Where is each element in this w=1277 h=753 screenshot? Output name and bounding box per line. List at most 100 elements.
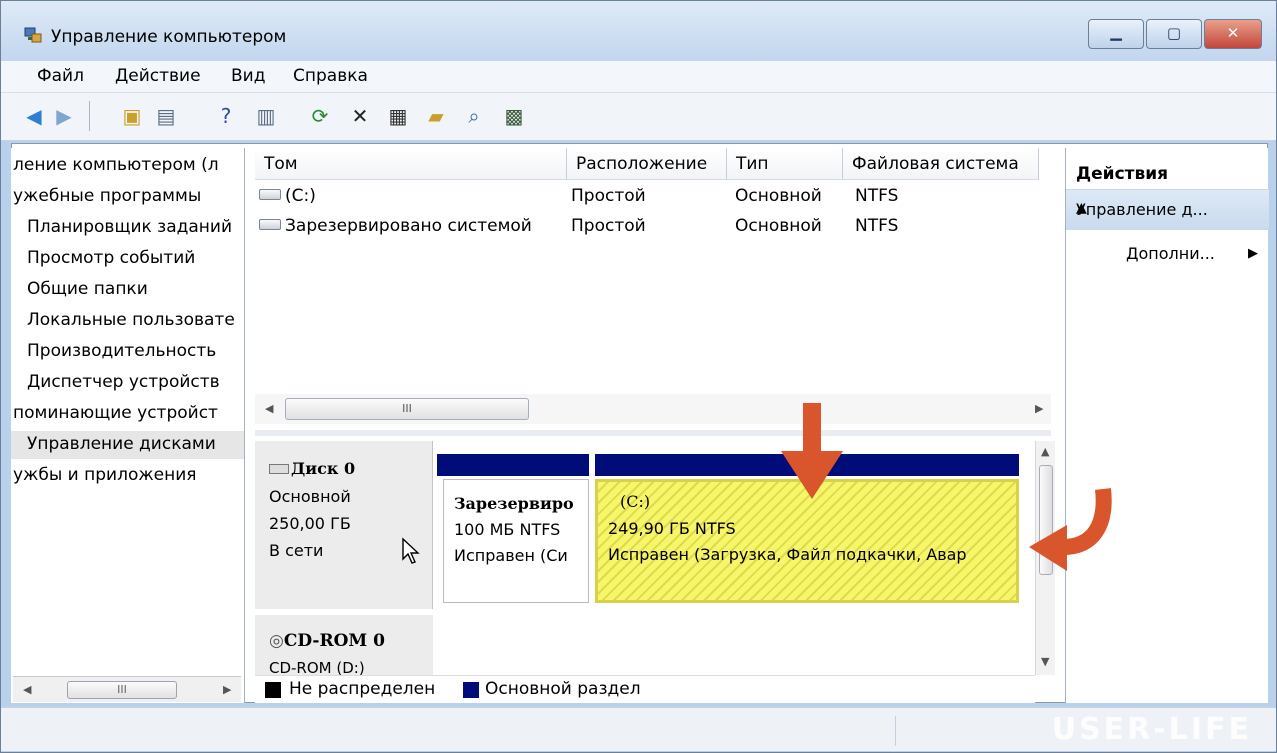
partition-status: Исправен (Загрузка, Файл подкачки, Авар (608, 545, 967, 564)
actions-more[interactable]: Дополни... (1126, 244, 1215, 263)
collapse-up-icon[interactable]: ▲ (1076, 200, 1255, 216)
tree-item-performance[interactable]: Производительность (11, 338, 244, 366)
tree-item-task-scheduler[interactable]: Планировщик заданий (11, 214, 244, 242)
cdrom-name: ◎CD-ROM 0 (269, 631, 385, 651)
column-header-layout[interactable]: Расположение (567, 148, 727, 180)
title-bar[interactable]: Управление компьютером ▁ ▢ ✕ (1, 1, 1276, 61)
type-cell: Основной (735, 186, 822, 206)
partition-size: 249,90 ГБ NTFS (608, 519, 736, 538)
tree-item-label: Производительность (27, 341, 217, 361)
file-system-cell: NTFS (855, 216, 899, 236)
cdrom-info[interactable]: ◎CD-ROM 0 CD-ROM (D:) (255, 615, 433, 675)
partition-name: (C:) (620, 492, 651, 511)
scroll-left-icon[interactable]: ◀ (23, 683, 31, 696)
status-bar: USER-LIFE (1, 707, 1276, 751)
column-header-label: Расположение (576, 154, 708, 174)
menu-view[interactable]: Вид (231, 66, 265, 86)
show-hide-action-pane-icon[interactable]: ▥ (253, 103, 279, 129)
scroll-thumb-grip: III (117, 683, 127, 696)
menu-action[interactable]: Действие (115, 66, 201, 86)
open-folder-icon[interactable]: ▰ (423, 103, 449, 129)
partition-reserved[interactable]: Зарезервиро 100 МБ NTFS Исправен (Си (443, 479, 589, 603)
tree-item-services-and-applications[interactable]: ужбы и приложения (11, 462, 244, 490)
legend-label-primary: Основной раздел (485, 679, 641, 699)
scroll-down-icon[interactable]: ▼ (1041, 655, 1049, 668)
tree-item-disk-management[interactable]: Управление дисками (11, 431, 244, 459)
volume-horizontal-scrollbar[interactable]: ◀ III ▶ (255, 394, 1051, 424)
disk0-type: Основной (269, 487, 351, 506)
disk0-name: Диск 0 (269, 459, 355, 478)
delete-icon[interactable]: ✕ (347, 103, 373, 129)
volume-scroll-thumb[interactable]: III (285, 398, 529, 420)
tree-item-label: Планировщик заданий (27, 217, 233, 237)
partition-header-reserved (437, 454, 589, 476)
tree-horizontal-scrollbar[interactable]: ◀ III ▶ (13, 676, 241, 702)
submenu-arrow-icon[interactable]: ▶ (1248, 246, 1258, 261)
volume-list: Том Расположение Тип Файловая система (C… (255, 148, 1051, 430)
column-header-file-system[interactable]: Файловая система (843, 148, 1039, 180)
forward-icon[interactable]: ▶ (51, 103, 77, 129)
scroll-up-icon[interactable]: ▲ (1041, 445, 1049, 458)
partition-status: Исправен (Си (454, 546, 568, 565)
close-button[interactable]: ✕ (1204, 19, 1262, 49)
table-row[interactable]: Зарезервировано системой Простой Основно… (255, 216, 1051, 242)
scroll-right-icon[interactable]: ▶ (1035, 402, 1043, 415)
column-header-volume[interactable]: Том (255, 148, 567, 180)
tree-item-label: Общие папки (27, 279, 148, 299)
tree-item-computer-management[interactable]: ление компьютером (л (11, 152, 244, 180)
table-row[interactable]: (C:) Простой Основной NTFS (255, 186, 1051, 212)
tree-item-label: Локальные пользовате (27, 310, 235, 330)
back-icon[interactable]: ◀ (21, 103, 47, 129)
tree-item-shared-folders[interactable]: Общие папки (11, 276, 244, 304)
volume-name: (C:) (285, 186, 316, 206)
toolbar: ◀ ▶ ▣ ▤ ? ▥ ⟳ ✕ ▦ ▰ ⌕ ▩ (1, 93, 1276, 141)
tree-item-label: Управление дисками (27, 434, 216, 454)
search-icon[interactable]: ⌕ (461, 103, 487, 129)
scroll-right-icon[interactable]: ▶ (223, 683, 231, 696)
window-controls: ▁ ▢ ✕ (1086, 19, 1262, 49)
column-header-type[interactable]: Тип (727, 148, 843, 180)
minimize-button[interactable]: ▁ (1088, 19, 1144, 49)
layout-cell: Простой (571, 186, 646, 206)
disk0-size: 250,00 ГБ (269, 514, 351, 533)
tree-item-storage[interactable]: поминающие устройст (11, 400, 244, 428)
cdrom-name-text: CD-ROM 0 (283, 631, 385, 651)
annotation-arrow-curved-icon (1029, 488, 1112, 571)
window: Управление компьютером ▁ ▢ ✕ Файл Действ… (0, 0, 1277, 753)
legend-label-unallocated: Не распределен (289, 679, 436, 699)
properties-icon[interactable]: ▦ (385, 103, 411, 129)
scroll-left-icon[interactable]: ◀ (265, 402, 273, 415)
menu-help[interactable]: Справка (293, 66, 368, 86)
legend: Не распределен Основной раздел (255, 675, 1035, 703)
show-hide-tree-icon[interactable]: ▤ (153, 103, 179, 129)
cdrom-icon: ◎ (269, 631, 284, 651)
computer-management-icon (24, 27, 42, 43)
tree-item-local-users[interactable]: Локальные пользовате (11, 307, 244, 335)
menu-file[interactable]: Файл (37, 66, 84, 86)
disk-settings-icon[interactable]: ▩ (501, 103, 527, 129)
volume-cell: Зарезервировано системой (259, 216, 532, 236)
tree-scroll-thumb[interactable]: III (67, 681, 177, 699)
toolbar-separator (89, 101, 90, 131)
annotation-arrow-down-icon (781, 403, 843, 499)
tree-item-label: Диспетчер устройств (27, 372, 220, 392)
tree-item-system-tools[interactable]: ужебные программы (11, 183, 244, 211)
disk-icon (269, 464, 289, 474)
tree-item-event-viewer[interactable]: Просмотр событий (11, 245, 244, 273)
tree-item-label: ужбы и приложения (13, 465, 197, 485)
help-icon[interactable]: ? (213, 103, 239, 129)
maximize-button[interactable]: ▢ (1146, 19, 1202, 49)
drive-icon (259, 219, 281, 230)
partition-size: 100 МБ NTFS (454, 520, 561, 539)
actions-group-disk-management[interactable]: Управление д... ▲ (1066, 190, 1269, 230)
column-header-label: Том (264, 154, 298, 174)
refresh-icon[interactable]: ⟳ (307, 103, 333, 129)
up-folder-icon[interactable]: ▣ (119, 103, 145, 129)
tree-item-device-manager[interactable]: Диспетчер устройств (11, 369, 244, 397)
legend-swatch-primary (463, 682, 479, 698)
tree-item-label: поминающие устройст (13, 403, 218, 423)
type-cell: Основной (735, 216, 822, 236)
partition-name: Зарезервиро (454, 494, 574, 513)
maximize-icon: ▢ (1166, 24, 1182, 42)
disk0-info[interactable]: Диск 0 Основной 250,00 ГБ В сети (255, 441, 433, 609)
